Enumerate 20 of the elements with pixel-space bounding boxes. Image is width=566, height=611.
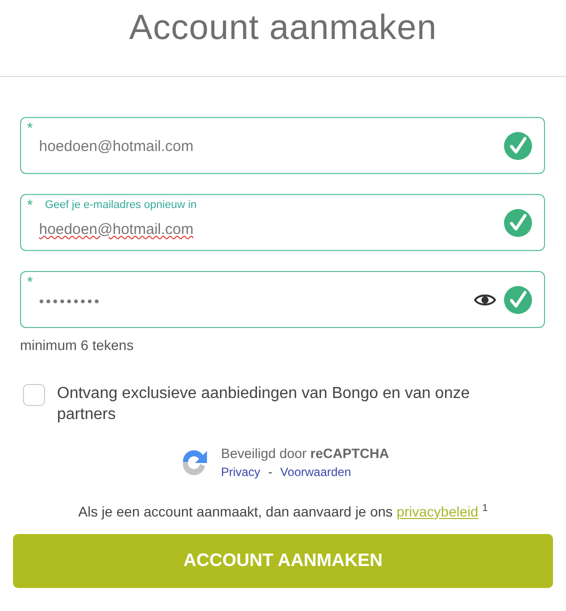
- privacy-link[interactable]: Privacy: [220, 464, 260, 478]
- field-value: hoedoen@hotmail.com: [39, 221, 194, 238]
- checkbox-label[interactable]: Ontvang exclusieve aanbiedingen van Bongo en van onze partners: [57, 383, 507, 425]
- link-separator: -: [268, 464, 272, 478]
- email-field[interactable]: * hoedoen@hotmail.com: [20, 117, 545, 174]
- password-field[interactable]: * •••••••••: [20, 271, 545, 328]
- eye-icon[interactable]: [474, 292, 496, 306]
- terms-text: Als je een account aanmaakt, dan aanvaard je ons privacybeleid $^{1}$: [78, 503, 488, 520]
- required-mark: *: [27, 121, 33, 136]
- email-field[interactable]: * Geef je e-mailadres opnieuw in hoedoen@hotmail.com: [20, 194, 545, 251]
- required-mark: *: [27, 198, 33, 213]
- terms-link[interactable]: Voorwaarden: [280, 464, 352, 478]
- checkbox[interactable]: [23, 384, 45, 406]
- field-value: hoedoen@hotmail.com: [39, 138, 194, 155]
- password-hint: minimum 6 tekens: [20, 337, 134, 353]
- recaptcha-text: Beveiligd door reCAPTCHA: [220, 446, 390, 460]
- field-value: •••••••••: [39, 292, 102, 308]
- required-mark: *: [27, 275, 33, 290]
- field-label: Geef je e-mailadres opnieuw in: [45, 199, 197, 212]
- page-title: Account aanmaken: [129, 8, 437, 48]
